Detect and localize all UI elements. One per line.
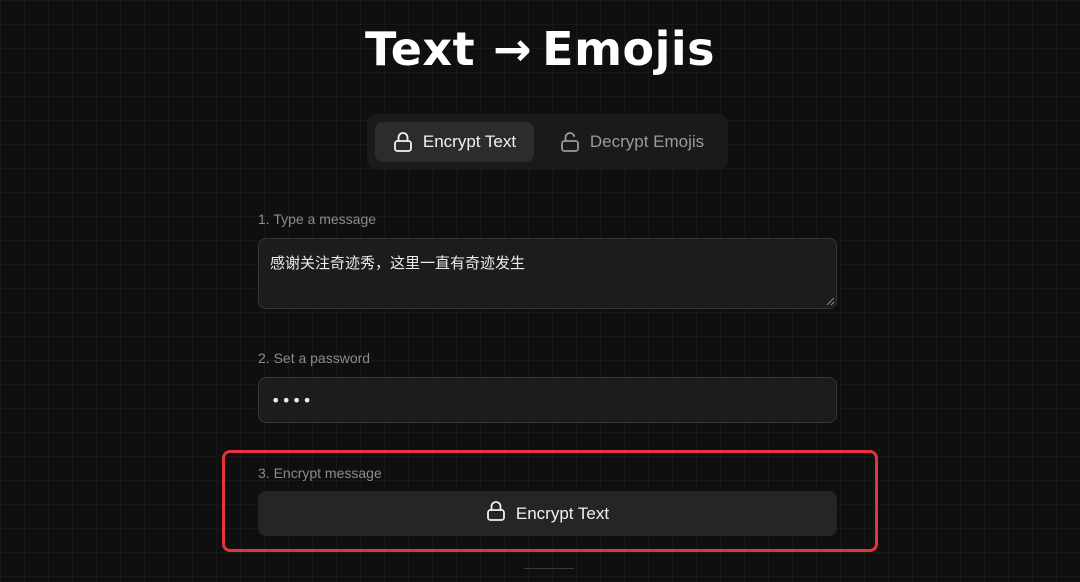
tab-encrypt-text[interactable]: Encrypt Text xyxy=(375,122,534,162)
tab-decrypt-emojis[interactable]: Decrypt Emojis xyxy=(547,122,717,162)
resize-handle-icon[interactable] xyxy=(825,296,835,306)
message-input[interactable]: 感谢关注奇迹秀，这里一直有奇迹发生 xyxy=(258,238,837,309)
lock-closed-icon xyxy=(393,131,413,153)
tab-encrypt-label: Encrypt Text xyxy=(422,132,517,151)
arrow-icon: → xyxy=(493,22,533,76)
mode-tabs: Encrypt Text Decrypt Emojis xyxy=(367,114,728,170)
password-label: 2. Set a password xyxy=(258,350,371,366)
password-input[interactable]: •••• xyxy=(258,377,837,423)
page-title: Text → Emojis xyxy=(0,18,1080,80)
message-label: 1. Type a message xyxy=(258,211,377,227)
password-value: •••• xyxy=(271,390,313,410)
lock-open-icon xyxy=(560,131,580,153)
lock-closed-icon xyxy=(486,500,506,527)
divider xyxy=(524,568,574,569)
encrypt-button[interactable]: Encrypt Text xyxy=(258,491,837,536)
encrypt-button-label: Encrypt Text xyxy=(515,503,610,523)
title-text: Text xyxy=(364,22,476,76)
title-emojis: Emojis xyxy=(542,22,716,76)
encrypt-label: 3. Encrypt message xyxy=(258,465,382,481)
tab-decrypt-label: Decrypt Emojis xyxy=(589,132,705,151)
